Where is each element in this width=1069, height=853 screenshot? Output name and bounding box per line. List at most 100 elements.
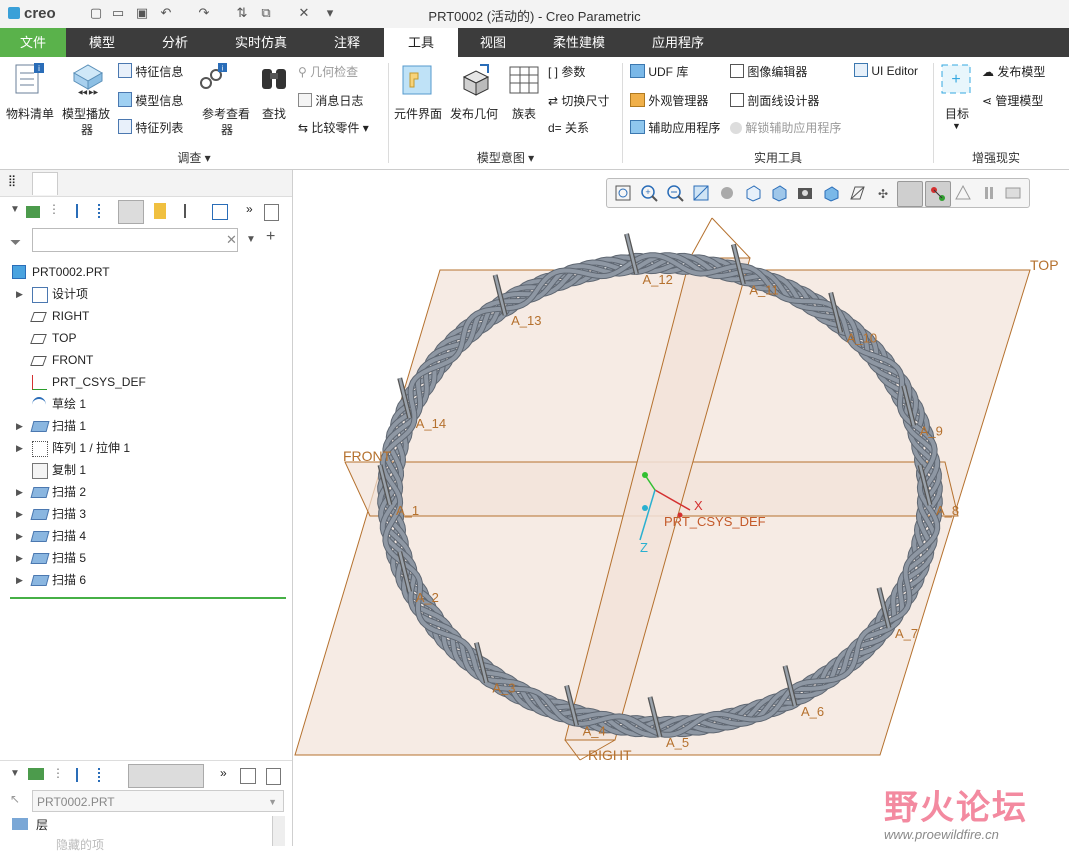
aux-applications-item[interactable]: 辅助应用程序 <box>630 119 720 136</box>
more-tools-icon[interactable]: » <box>220 766 227 780</box>
bookmark-icon[interactable] <box>154 203 166 219</box>
simulate-icon[interactable] <box>953 183 973 203</box>
model-intent-group-label[interactable]: 模型意图 ▾ <box>389 149 622 166</box>
layer-filters-icon[interactable] <box>76 768 92 782</box>
feature-info-item[interactable]: 特征信息 <box>118 63 183 80</box>
pause-icon[interactable] <box>979 183 999 203</box>
tab-applications[interactable]: 应用程序 <box>630 28 726 57</box>
tab-flexible-modeling[interactable]: 柔性建模 <box>528 28 630 57</box>
perspective-icon[interactable] <box>821 183 841 203</box>
tree-item[interactable]: TOP <box>0 327 290 349</box>
publish-geometry-button[interactable]: 发布几何 <box>450 105 498 122</box>
feature-list-item[interactable]: 特征列表 <box>118 119 183 136</box>
model-info-item[interactable]: 模型信息 <box>118 92 183 109</box>
tree-item[interactable]: 草绘 1 <box>0 393 290 415</box>
csys-display-icon[interactable] <box>925 181 951 207</box>
notes-icon[interactable] <box>266 768 281 785</box>
tree-item[interactable]: 复制 1 <box>0 459 290 481</box>
graphics-window[interactable]: A_1 A_2 A_3 A_4 A_5 A_6 A_7 A_8 A_9 A_10 A_11 A_12 A… <box>293 170 1069 846</box>
settings-icon[interactable] <box>118 200 144 224</box>
tree-sort-icon[interactable] <box>184 204 202 218</box>
refit-icon[interactable] <box>613 183 633 203</box>
flag-icon[interactable] <box>1003 183 1023 203</box>
ui-editor-item[interactable]: UI Editor <box>854 63 918 78</box>
layer-display-toggle[interactable] <box>128 764 204 788</box>
unlock-aux-apps-item[interactable]: 解锁辅助应用程序 <box>730 119 841 136</box>
saved-orientations-icon[interactable] <box>743 183 763 203</box>
insert-indicator[interactable] <box>10 597 286 599</box>
zoom-in-icon[interactable]: + <box>639 183 659 203</box>
cursor-select-icon[interactable]: ↖ <box>10 792 20 806</box>
zoom-out-icon[interactable] <box>665 183 685 203</box>
expand-arrow-icon[interactable]: ▶ <box>16 569 24 591</box>
search-dropdown-icon[interactable]: ▼ <box>246 234 256 245</box>
expand-arrow-icon[interactable]: ▶ <box>16 481 24 503</box>
model-player-button[interactable]: 模型播放 <box>62 105 110 122</box>
tab-view[interactable]: 视图 <box>458 28 528 57</box>
tree-item[interactable]: PRT_CSYS_DEF <box>0 371 290 393</box>
tab-tools[interactable]: 工具 <box>384 28 458 57</box>
expand-arrow-icon[interactable]: ▶ <box>16 437 24 459</box>
layers-icon[interactable] <box>28 768 44 780</box>
add-filter-icon[interactable]: + <box>266 228 275 246</box>
tree-settings-dropdown[interactable]: ▼ <box>10 204 20 215</box>
publish-model-item[interactable]: ☁ 发布模型 <box>982 63 1045 80</box>
tab-file[interactable]: 文件 <box>0 28 66 57</box>
folder-browser-tab-icon[interactable] <box>32 172 58 195</box>
manage-model-item[interactable]: ⋖ 管理模型 <box>982 92 1043 109</box>
model-tree-tab-icon[interactable]: ⣿ <box>8 174 26 192</box>
annotation-display-icon[interactable]: ✣ <box>873 183 893 203</box>
tab-annotate[interactable]: 注释 <box>310 28 384 57</box>
component-interface-button[interactable]: 元件界面 <box>394 105 442 122</box>
tree-item[interactable]: ▶ 扫描 4 <box>0 525 290 547</box>
compare-part-item[interactable]: ⇆ 比较零件 ▾ <box>298 119 369 136</box>
expand-arrow-icon[interactable]: ▶ <box>16 547 24 569</box>
message-log-item[interactable]: 消息日志 <box>298 92 363 109</box>
family-table-button[interactable]: 族表 <box>512 105 536 122</box>
clear-search-icon[interactable]: ✕ <box>226 232 237 248</box>
tree-item[interactable]: ▶ 设计项 <box>0 283 290 305</box>
geometry-check-item[interactable]: ⚲ 几何检查 <box>298 63 358 80</box>
image-editor-item[interactable]: 图像编辑器 <box>730 63 807 80</box>
hidden-items-node[interactable]: 隐藏的项 <box>56 836 104 853</box>
tree-item[interactable]: ▶ 扫描 1 <box>0 415 290 437</box>
tab-model[interactable]: 模型 <box>66 28 138 57</box>
layer-properties-icon[interactable] <box>240 768 256 784</box>
tree-item[interactable]: RIGHT <box>0 305 290 327</box>
switch-dimensions-item[interactable]: ⇄ 切换尺寸 <box>548 92 609 109</box>
show-icon[interactable] <box>26 206 40 218</box>
target-button[interactable]: 目标 <box>945 105 969 122</box>
section-designer-item[interactable]: 剖面线设计器 <box>730 92 819 109</box>
expand-arrow-icon[interactable]: ▶ <box>16 283 24 305</box>
tab-analysis[interactable]: 分析 <box>138 28 212 57</box>
tree-item[interactable]: ▶ 扫描 3 <box>0 503 290 525</box>
tree-item[interactable]: ▶ 扫描 5 <box>0 547 290 569</box>
filter-icon[interactable]: ⏷ <box>10 234 21 251</box>
tree-filter-icon[interactable] <box>212 204 228 220</box>
reference-viewer-button[interactable]: 参考查看 <box>202 105 250 122</box>
display-style-icon[interactable] <box>795 183 815 203</box>
layer-columns-icon[interactable] <box>98 768 114 782</box>
layer-model-select[interactable]: PRT0002.PRT ▼ <box>32 790 284 812</box>
tree-item[interactable]: ▶ 阵列 1 / 拉伸 1 <box>0 437 290 459</box>
model-scene[interactable]: A_1 A_2 A_3 A_4 A_5 A_6 A_7 A_8 A_9 A_10 A_11 A_12 A… <box>293 170 1069 846</box>
view-manager-icon[interactable] <box>769 183 789 203</box>
orient-mode-icon[interactable] <box>717 183 737 203</box>
tree-item[interactable]: ▶ 扫描 6 <box>0 569 290 591</box>
layer-settings-dropdown[interactable]: ▼ <box>10 768 20 779</box>
tree-root[interactable]: PRT0002.PRT <box>0 261 290 283</box>
layer-scrollbar[interactable] <box>272 816 285 846</box>
more-tools-icon[interactable]: » <box>246 202 253 216</box>
expand-arrow-icon[interactable]: ▶ <box>16 503 24 525</box>
expand-arrow-icon[interactable]: ▶ <box>16 415 24 437</box>
repaint-icon[interactable] <box>691 183 711 203</box>
tree-filters-icon[interactable] <box>76 204 92 218</box>
bom-button[interactable]: 物料清单 <box>6 105 54 122</box>
model-tree-search-input[interactable] <box>32 228 238 252</box>
tree-columns-icon[interactable] <box>98 204 114 218</box>
notes-icon[interactable] <box>264 204 279 221</box>
datum-display-icon[interactable] <box>847 183 867 203</box>
appearance-manager-item[interactable]: 外观管理器 <box>630 92 708 109</box>
parameters-item[interactable]: [ ] 参数 <box>548 63 585 80</box>
tab-live-simulation[interactable]: 实时仿真 <box>212 28 310 57</box>
